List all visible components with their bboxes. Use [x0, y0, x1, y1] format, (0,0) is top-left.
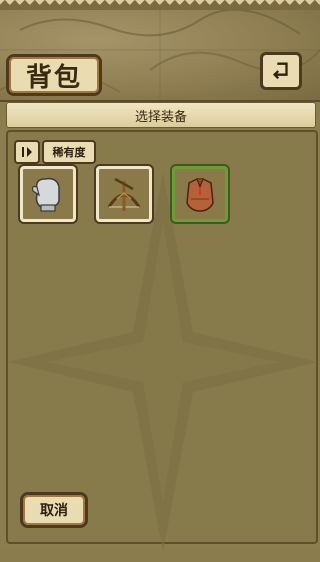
page-title: 背包	[25, 62, 82, 93]
leather-armor-icon	[186, 178, 214, 212]
cancel-button[interactable]: 取消	[20, 492, 88, 528]
panel-header: 选择装备	[6, 102, 316, 128]
item-slot-glove[interactable]	[20, 166, 76, 222]
page-title-badge: 背包	[6, 54, 102, 96]
item-slot-armor[interactable]	[172, 166, 228, 222]
back-button[interactable]	[260, 52, 302, 90]
return-arrow-icon	[272, 62, 288, 80]
glove-icon	[31, 177, 60, 212]
top-border	[0, 0, 320, 10]
panel-title: 选择装备	[134, 109, 187, 125]
item-slot-crossbow[interactable]	[96, 166, 152, 222]
bow-crossbow-icon	[107, 177, 141, 211]
sort-toggle-icon	[22, 147, 32, 157]
sort-rarity-button[interactable]: 稀有度	[42, 140, 96, 164]
sort-order-toggle[interactable]	[14, 140, 40, 164]
